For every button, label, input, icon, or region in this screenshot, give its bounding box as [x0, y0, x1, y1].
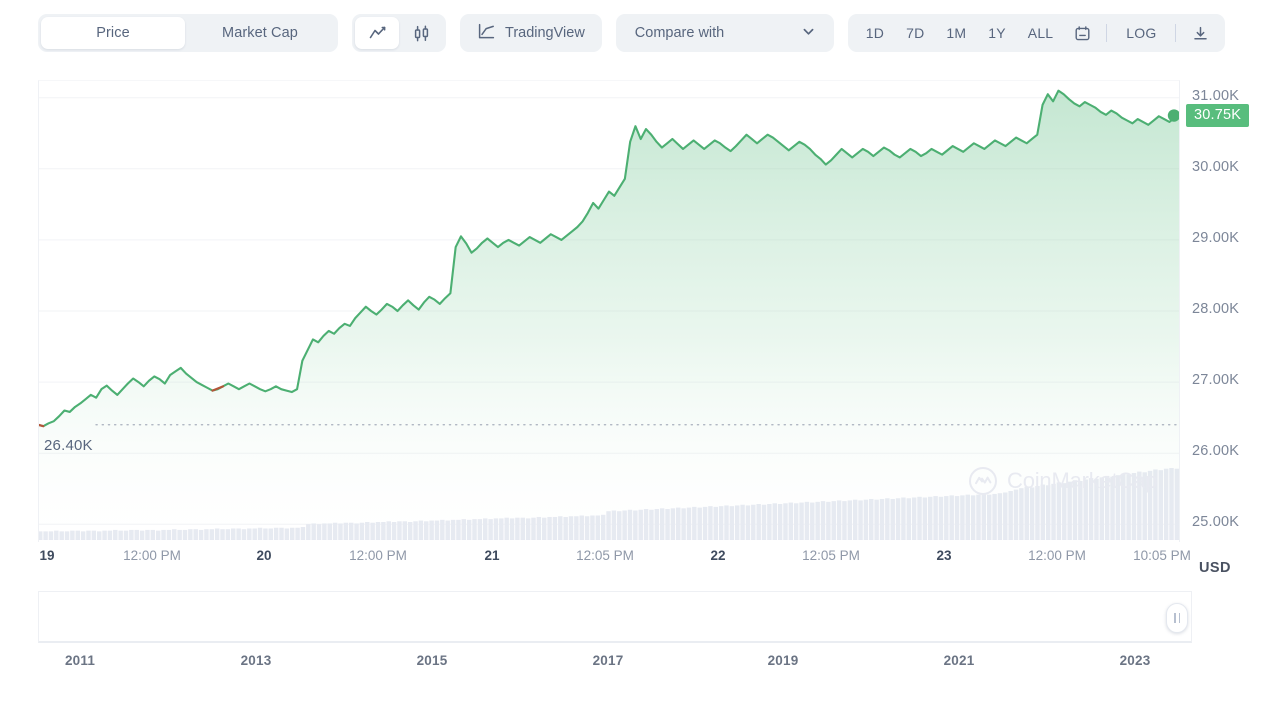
x-tick-22: 22: [710, 548, 725, 563]
tab-market-cap[interactable]: Market Cap: [185, 17, 335, 49]
candlestick-icon[interactable]: [399, 17, 443, 49]
navigator-right-handle[interactable]: [1166, 603, 1188, 633]
y-tick-28k: 28.00K: [1192, 301, 1239, 317]
range-1y[interactable]: 1Y: [978, 18, 1016, 48]
coinmarketcap-price-chart: Price Market Cap: [0, 0, 1274, 702]
time-range-group: 1D 7D 1M 1Y ALL LOG: [848, 14, 1226, 52]
compare-with-dropdown[interactable]: Compare with: [616, 14, 834, 52]
navigator-x-axis: 2011 2013 2015 2017 2019 2021 2023: [38, 653, 1192, 675]
navigator-year-2015: 2015: [417, 653, 448, 668]
tab-price[interactable]: Price: [41, 17, 185, 49]
y-tick-25k: 25.00K: [1192, 514, 1239, 530]
x-axis: 19 12:00 PM 20 12:00 PM 21 12:05 PM 22 12:05 PM…: [0, 548, 1274, 574]
price-chart-plot[interactable]: [38, 80, 1180, 542]
navigator-year-2019: 2019: [768, 653, 799, 668]
toolbar-divider-1: [1106, 24, 1107, 42]
x-tick-20: 20: [256, 548, 271, 563]
drag-handle-icon: [1174, 613, 1176, 623]
x-tick-21: 21: [484, 548, 499, 563]
x-tick-23: 23: [936, 548, 951, 563]
y-tick-26k: 26.00K: [1192, 443, 1239, 459]
x-tick-1205-1: 12:05 PM: [576, 548, 634, 563]
navigator-frame: [38, 591, 1192, 643]
x-tick-1005pm: 10:05 PM: [1133, 548, 1191, 563]
chart-type-group: [352, 14, 446, 52]
calendar-icon[interactable]: [1065, 18, 1099, 48]
range-1d[interactable]: 1D: [856, 18, 894, 48]
chevron-down-icon: [801, 24, 816, 43]
navigator-year-2017: 2017: [593, 653, 624, 668]
log-scale-button[interactable]: LOG: [1114, 18, 1168, 48]
drag-handle-icon: [1179, 613, 1181, 623]
tradingview-label: TradingView: [505, 25, 585, 41]
navigator-year-2011: 2011: [65, 653, 95, 668]
range-7d[interactable]: 7D: [896, 18, 934, 48]
x-tick-noon-2: 12:00 PM: [349, 548, 407, 563]
chart-toolbar: Price Market Cap: [0, 0, 1274, 66]
y-tick-29k: 29.00K: [1192, 230, 1239, 246]
tradingview-button[interactable]: TradingView: [460, 14, 602, 52]
range-all[interactable]: ALL: [1018, 18, 1064, 48]
reference-price-label: 26.40K: [44, 437, 93, 454]
line-chart-icon[interactable]: [355, 17, 399, 49]
range-navigator[interactable]: 2011201320152017201920212023: [38, 591, 1192, 643]
x-tick-19: 19: [39, 548, 54, 563]
x-tick-noon-1: 12:00 PM: [123, 548, 181, 563]
metric-toggle-group: Price Market Cap: [38, 14, 338, 52]
current-price-badge: 30.75K: [1186, 104, 1249, 127]
plot-border: [38, 80, 1180, 542]
y-tick-30k: 30.00K: [1192, 159, 1239, 175]
navigator-year-2023: 2023: [1120, 653, 1151, 668]
navigator-year-2021: 2021: [944, 653, 975, 668]
range-1m[interactable]: 1M: [936, 18, 976, 48]
navigator-year-2013: 2013: [241, 653, 272, 668]
x-tick-noon-3: 12:00 PM: [1028, 548, 1086, 563]
y-tick-27k: 27.00K: [1192, 372, 1239, 388]
compare-with-label: Compare with: [635, 25, 724, 41]
x-tick-1205-2: 12:05 PM: [802, 548, 860, 563]
tradingview-icon: [477, 22, 496, 45]
y-axis: 31.00K 30.75K 30.00K 29.00K 28.00K 27.00…: [1186, 80, 1274, 550]
download-icon[interactable]: [1183, 18, 1217, 48]
toolbar-divider-2: [1175, 24, 1176, 42]
y-tick-31k: 31.00K: [1192, 88, 1239, 104]
